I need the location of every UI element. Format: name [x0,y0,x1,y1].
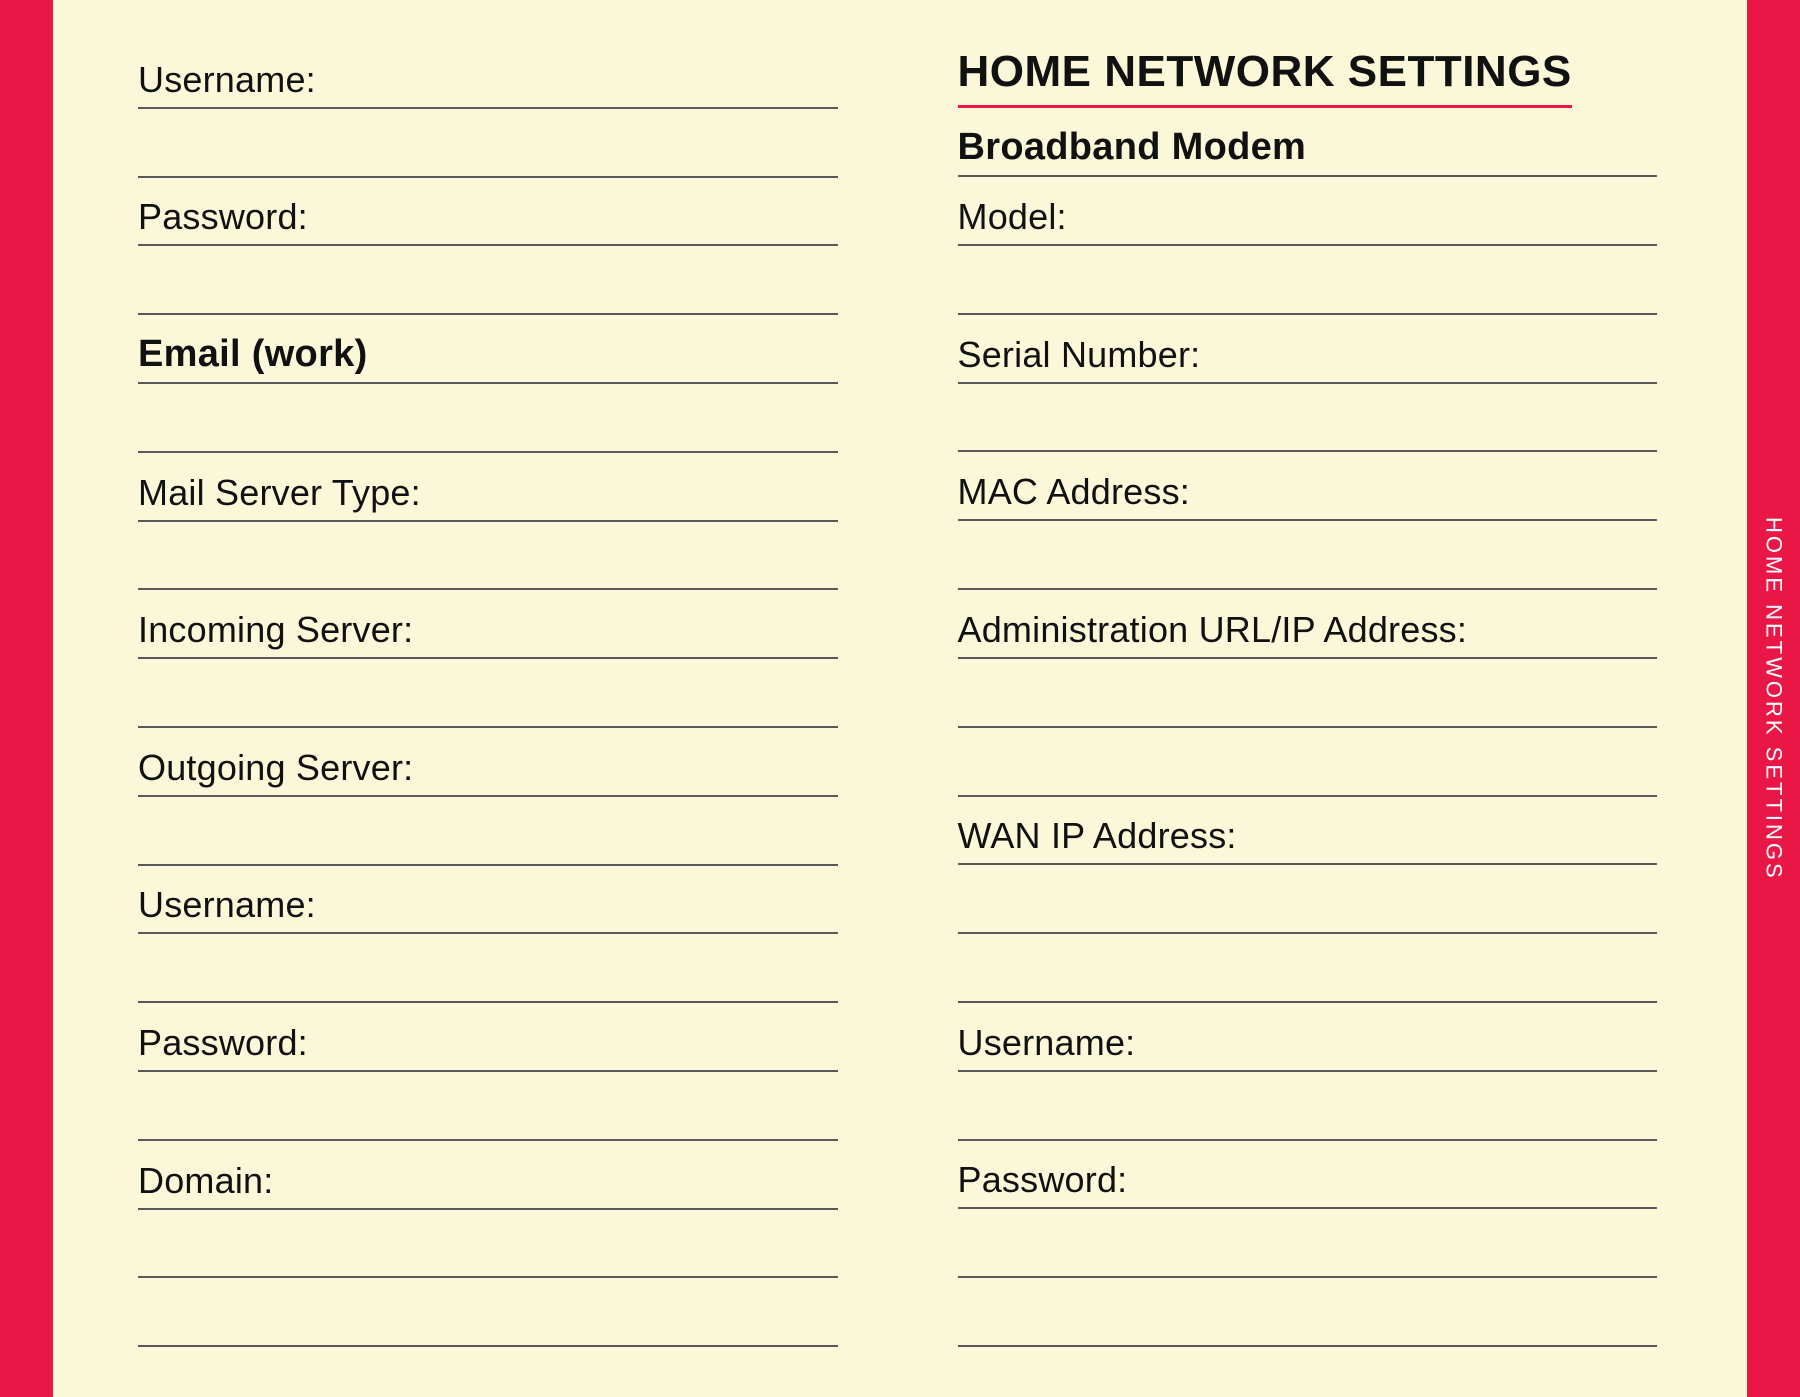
page-area: Username: Password: Email (work) Mail Se… [53,0,1747,1397]
field-row: Serial Number: [958,315,1658,384]
field-label-password2: Password: [138,1022,308,1064]
field-row: MAC Address: [958,452,1658,521]
field-row-blank [958,659,1658,728]
field-label-mail-server-type: Mail Server Type: [138,472,421,514]
field-label-serial-number: Serial Number: [958,334,1201,376]
field-row: Password: [138,178,838,247]
heading-row: HOME NETWORK SETTINGS [958,40,1658,108]
tab-label: HOME NETWORK SETTINGS [1761,517,1787,881]
field-row-blank [958,384,1658,453]
field-row: Password: [138,1003,838,1072]
field-label-domain: Domain: [138,1160,273,1202]
field-row: Model: [958,177,1658,246]
field-row: Domain: [138,1141,838,1210]
field-label-model: Model: [958,196,1067,238]
field-row-blank [958,1072,1658,1141]
field-label-mac-address: MAC Address: [958,471,1190,513]
field-label-incoming-server: Incoming Server: [138,609,413,651]
section-row: Broadband Modem [958,108,1658,177]
section-title-broadband-modem: Broadband Modem [958,126,1307,169]
right-column: HOME NETWORK SETTINGS Broadband Modem Mo… [898,40,1748,1347]
field-label-username: Username: [138,59,316,101]
field-label-wan-ip: WAN IP Address: [958,815,1237,857]
field-row-blank [958,246,1658,315]
field-label-admin-url: Administration URL/IP Address: [958,609,1468,651]
field-label-password: Password: [138,196,308,238]
field-row-blank [138,659,838,728]
logbook-spread: Username: Password: Email (work) Mail Se… [0,0,1800,1397]
left-border [0,0,53,1397]
field-row-blank [958,728,1658,797]
field-row: Username: [958,1003,1658,1072]
left-column: Username: Password: Email (work) Mail Se… [53,40,898,1347]
field-row: Username: [138,866,838,935]
right-border-tab: HOME NETWORK SETTINGS [1747,0,1800,1397]
field-label-password3: Password: [958,1159,1128,1201]
field-row: Outgoing Server: [138,728,838,797]
field-row: Password: [958,1141,1658,1210]
field-row-blank [138,522,838,591]
field-row-blank [138,109,838,178]
field-label-username2: Username: [138,884,316,926]
field-row-blank [138,934,838,1003]
field-row: Username: [138,40,838,109]
field-row-blank [958,1209,1658,1278]
field-row-blank [138,1210,838,1279]
field-row-blank [138,1278,838,1347]
field-row: WAN IP Address: [958,797,1658,866]
field-row: Administration URL/IP Address: [958,590,1658,659]
page-heading: HOME NETWORK SETTINGS [958,47,1572,108]
field-row: Mail Server Type: [138,453,838,522]
section-title-email-work: Email (work) [138,333,368,376]
field-row-blank [138,797,838,866]
field-row-blank [138,384,838,453]
field-row-blank [958,521,1658,590]
field-label-outgoing-server: Outgoing Server: [138,747,413,789]
field-row-blank [958,934,1658,1003]
field-row-blank [138,246,838,315]
field-row-blank [958,865,1658,934]
field-label-username3: Username: [958,1022,1136,1064]
field-row-blank [138,1072,838,1141]
field-row-blank [958,1278,1658,1347]
field-row: Incoming Server: [138,590,838,659]
section-row: Email (work) [138,315,838,384]
